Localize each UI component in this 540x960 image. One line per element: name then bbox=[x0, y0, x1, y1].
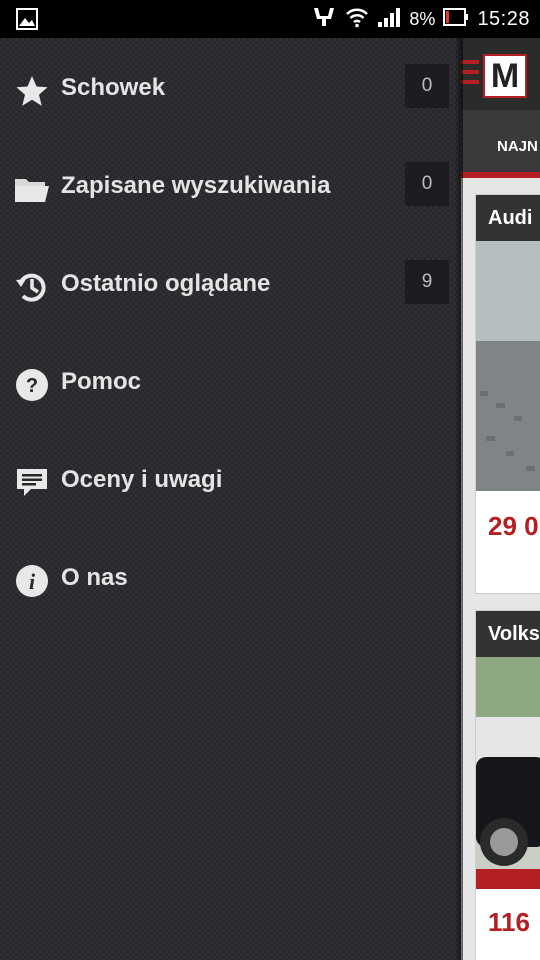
folder-icon bbox=[14, 171, 50, 207]
svg-text:i: i bbox=[29, 569, 36, 594]
drawer-item-label: Ostatnio oglądane bbox=[61, 270, 271, 297]
drawer-item-help[interactable]: ? Pomoc bbox=[0, 332, 461, 430]
drawer-item-feedback[interactable]: Oceny i uwagi bbox=[0, 430, 461, 528]
listing-photo bbox=[476, 657, 540, 889]
status-bar: 8% 15:28 bbox=[0, 0, 540, 38]
comment-icon bbox=[14, 465, 50, 501]
background-app: M NAJN Audi 29 0 Volks 116 bbox=[461, 38, 540, 960]
listing-card[interactable]: Audi 29 0 bbox=[475, 194, 540, 594]
app-action-bar: M bbox=[461, 38, 540, 110]
history-icon bbox=[14, 269, 50, 305]
drawer-item-label: O nas bbox=[61, 564, 128, 591]
drawer-item-label: Schowek bbox=[61, 74, 166, 101]
listing-price: 29 0 bbox=[488, 511, 539, 541]
battery-percent: 8% bbox=[409, 8, 436, 29]
svg-text:?: ? bbox=[26, 375, 38, 397]
drawer-edge-shadow bbox=[455, 38, 463, 960]
wifi-icon bbox=[345, 6, 369, 33]
listing-title: Volks bbox=[476, 611, 540, 657]
listing-card[interactable]: Volks 116 bbox=[475, 610, 540, 960]
app-logo: M bbox=[483, 54, 527, 98]
listing-photo bbox=[476, 241, 540, 491]
count-badge: 9 bbox=[405, 260, 449, 304]
count-badge: 0 bbox=[405, 64, 449, 108]
listing-price: 116 bbox=[488, 907, 530, 937]
drawer-item-label: Pomoc bbox=[61, 368, 142, 395]
count-badge: 0 bbox=[405, 162, 449, 206]
drawer-item-saved-searches[interactable]: Zapisane wyszukiwania 0 bbox=[0, 136, 461, 234]
drawer-item-schowek[interactable]: Schowek 0 bbox=[0, 38, 461, 136]
gallery-icon bbox=[16, 8, 38, 30]
usb-icon bbox=[311, 6, 337, 33]
app-logo-letter: M bbox=[490, 56, 520, 95]
drawer-item-about[interactable]: i O nas bbox=[0, 528, 461, 626]
tab-label[interactable]: NAJN bbox=[497, 138, 538, 155]
star-icon bbox=[14, 73, 50, 109]
tab-indicator bbox=[461, 172, 540, 178]
battery-icon bbox=[443, 7, 469, 32]
app-tab-bar: NAJN bbox=[461, 110, 540, 178]
clock: 15:28 bbox=[477, 7, 530, 30]
info-icon: i bbox=[14, 563, 50, 599]
navigation-drawer: Schowek 0 Zapisane wyszukiwania 0 Ostatn… bbox=[0, 38, 461, 960]
signal-icon bbox=[377, 6, 401, 33]
help-icon: ? bbox=[14, 367, 50, 403]
drawer-item-label: Oceny i uwagi bbox=[61, 466, 223, 493]
drawer-item-recently-viewed[interactable]: Ostatnio oglądane 9 bbox=[0, 234, 461, 332]
drawer-item-label: Zapisane wyszukiwania bbox=[61, 172, 331, 199]
listing-title: Audi bbox=[476, 195, 540, 241]
drawer-toggle-icon[interactable] bbox=[461, 60, 479, 90]
